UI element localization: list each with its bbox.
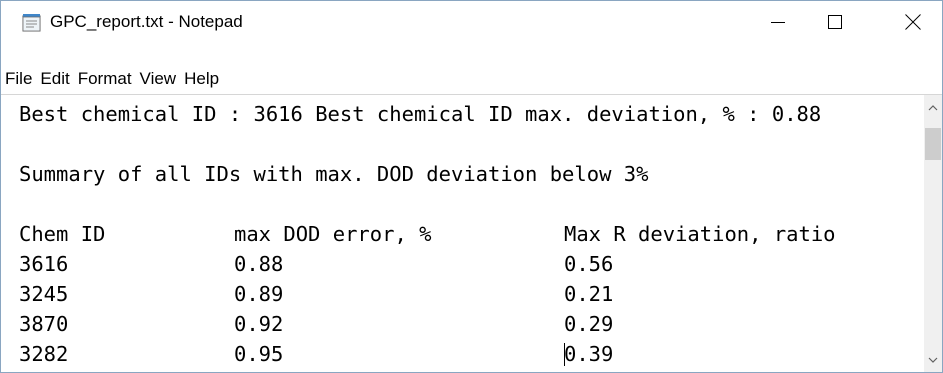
- cell-r-deviation: 0.29: [564, 312, 614, 336]
- minimize-button[interactable]: [750, 1, 806, 43]
- title-bar[interactable]: GPC_report.txt - Notepad: [1, 1, 942, 43]
- maximize-button[interactable]: [807, 1, 863, 43]
- cell-dod-error: 0.89: [234, 282, 284, 306]
- text-area[interactable]: Best chemical ID : 3616 Best chemical ID…: [19, 99, 934, 372]
- menu-format[interactable]: Format: [74, 69, 136, 89]
- cell-dod-error: 0.95: [234, 342, 284, 366]
- menu-file[interactable]: File: [1, 69, 36, 89]
- menu-help[interactable]: Help: [180, 69, 223, 89]
- cell-chem-id: 3245: [19, 282, 69, 306]
- table-row: 3616 0.88 0.56: [19, 249, 934, 279]
- menu-view[interactable]: View: [136, 69, 181, 89]
- cell-chem-id: 3616: [19, 252, 69, 276]
- table-header-row: Chem ID max DOD error, % Max R deviation…: [19, 219, 934, 249]
- cell-r-deviation: 0.39: [564, 342, 614, 366]
- cell-chem-id: 3282: [19, 342, 69, 366]
- text-line: Best chemical ID : 3616 Best chemical ID…: [19, 102, 822, 126]
- menu-edit[interactable]: Edit: [36, 69, 73, 89]
- menu-bar: File Edit Format View Help: [1, 64, 942, 94]
- notepad-icon[interactable]: [21, 13, 42, 32]
- cell-r-deviation: 0.21: [564, 282, 614, 306]
- scroll-down-arrow-icon[interactable]: [928, 357, 938, 363]
- header-max-r-deviation: Max R deviation, ratio: [564, 222, 836, 246]
- header-max-dod-error: max DOD error, %: [234, 222, 432, 246]
- text-caret: [564, 343, 565, 366]
- scroll-up-arrow-icon[interactable]: [928, 105, 938, 111]
- cell-r-deviation: 0.56: [564, 252, 614, 276]
- text-line: Summary of all IDs with max. DOD deviati…: [19, 162, 649, 186]
- scrollbar-thumb[interactable]: [925, 128, 941, 160]
- cell-dod-error: 0.92: [234, 312, 284, 336]
- window-title: GPC_report.txt - Notepad: [50, 12, 243, 31]
- text-editor[interactable]: Best chemical ID : 3616 Best chemical ID…: [1, 94, 942, 372]
- table-row: 3282 0.95 0.39: [19, 339, 934, 369]
- header-chem-id: Chem ID: [19, 222, 106, 246]
- cell-chem-id: 3870: [19, 312, 69, 336]
- cell-dod-error: 0.88: [234, 252, 284, 276]
- table-row: 3870 0.92 0.29: [19, 309, 934, 339]
- close-button[interactable]: [885, 1, 941, 43]
- table-row: 3245 0.89 0.21: [19, 279, 934, 309]
- maximize-icon: [828, 15, 842, 29]
- close-icon: [905, 14, 921, 30]
- notepad-window: GPC_report.txt - Notepad File Edit Forma…: [0, 0, 943, 373]
- text-line: [19, 129, 934, 159]
- vertical-scrollbar[interactable]: [924, 95, 942, 372]
- minimize-icon: [771, 22, 785, 23]
- text-line: [19, 189, 934, 219]
